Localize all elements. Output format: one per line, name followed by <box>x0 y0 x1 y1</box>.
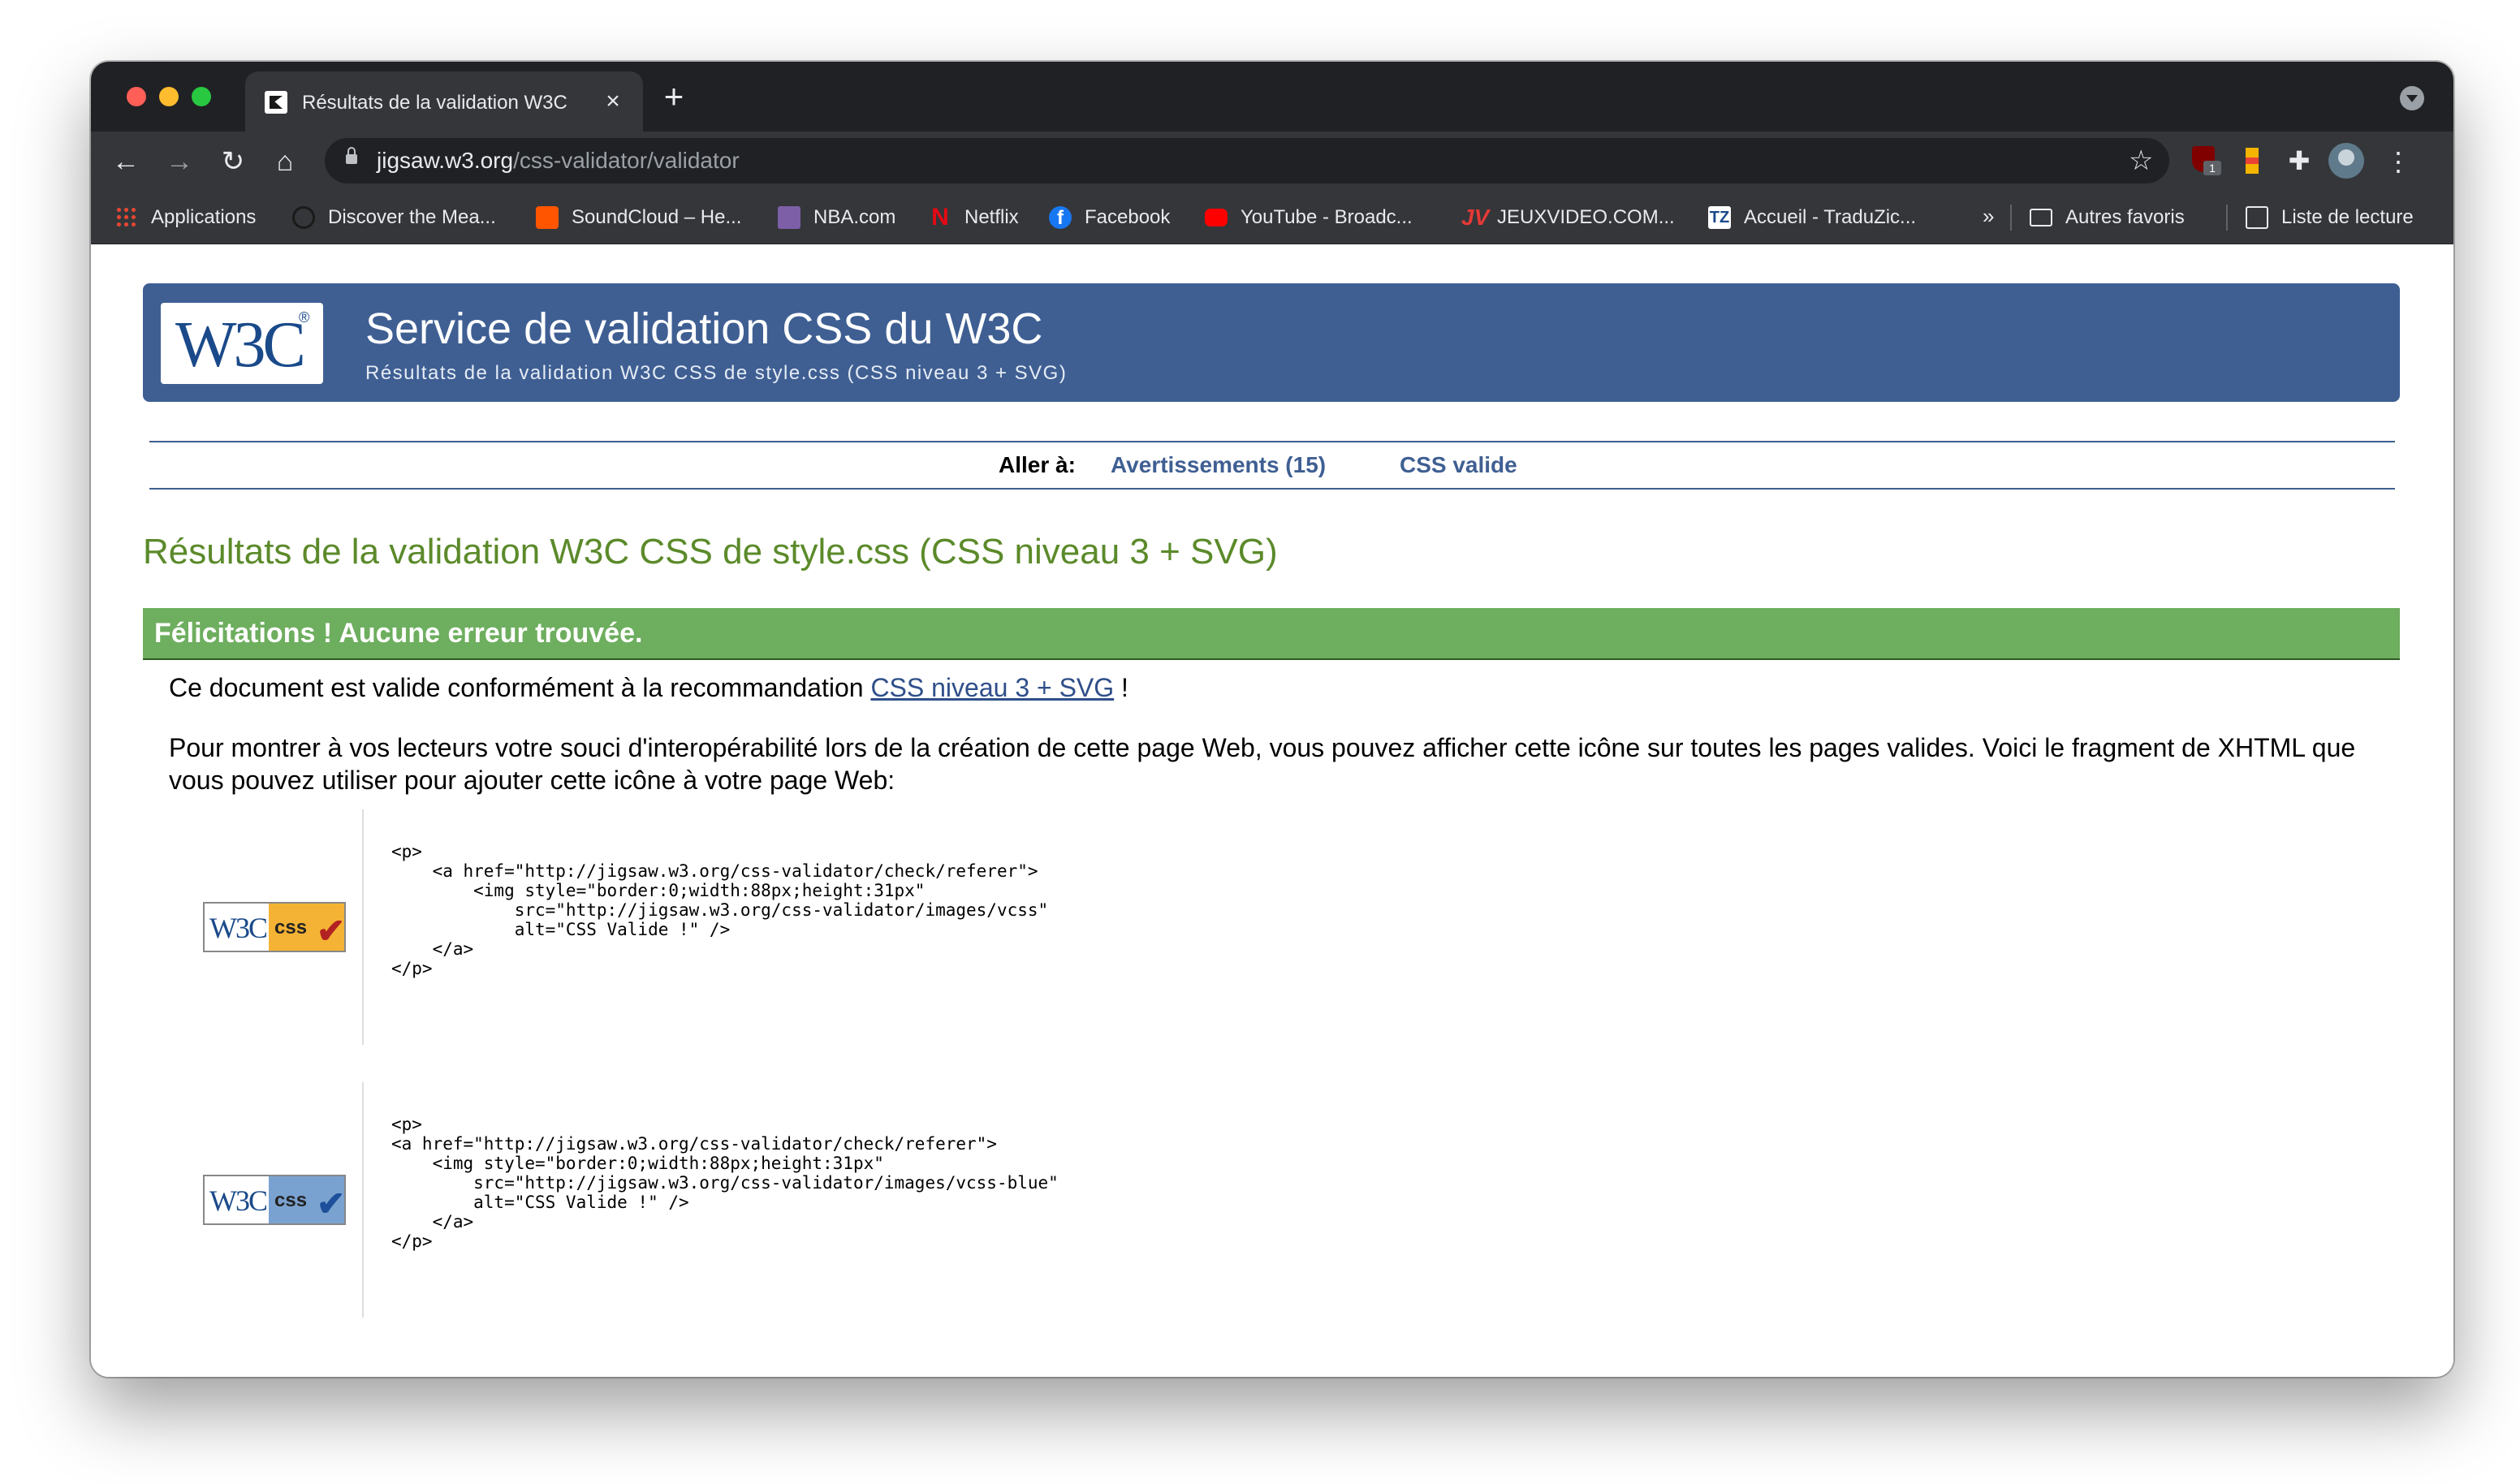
jump-link-valid-css[interactable]: CSS valide <box>1400 451 1517 480</box>
jump-link-warnings[interactable]: Avertissements (15) <box>1111 451 1326 480</box>
css-valid-badge-gold: W3C css ✔ <box>203 902 346 952</box>
bookmarks-separator <box>2010 205 2012 231</box>
soundcloud-icon <box>536 206 559 229</box>
youtube-icon <box>1205 209 1228 226</box>
extensions-puzzle-icon[interactable]: ✚ <box>2283 145 2315 177</box>
page-subtitle: Résultats de la validation W3C CSS de st… <box>365 362 1068 384</box>
header-banner: W3C ® Service de validation CSS du W3C R… <box>143 283 2400 402</box>
w3c-favicon-icon <box>265 91 287 114</box>
maximize-window-button[interactable] <box>192 87 211 106</box>
code-snippet[interactable]: <p> <a href="http://jigsaw.w3.org/css-va… <box>391 842 1048 978</box>
address-bar[interactable]: jigsaw.w3.org/css-validator/validator ☆ <box>325 138 2169 183</box>
profile-avatar[interactable] <box>2328 143 2364 179</box>
tab-title: Résultats de la validation W3C <box>302 92 567 114</box>
css-valid-badge-blue: W3C css ✔ <box>203 1175 346 1225</box>
tab-search-icon[interactable] <box>2400 86 2424 110</box>
facebook-icon: f <box>1049 206 1072 229</box>
ublock-extension-icon[interactable]: 1 <box>2189 145 2221 177</box>
page-title: Service de validation CSS du W3C <box>365 304 1043 353</box>
results-heading: Résultats de la validation W3C CSS de st… <box>143 532 1278 572</box>
registered-mark: ® <box>299 309 310 326</box>
lock-icon[interactable] <box>346 147 357 164</box>
valid-statement: Ce document est valide conformément à la… <box>169 673 1128 702</box>
close-window-button[interactable] <box>127 87 146 106</box>
w3c-logo[interactable]: W3C ® <box>161 303 323 384</box>
reading-list-icon <box>2246 206 2268 229</box>
jump-navigation: Aller à: Avertissements (15) CSS valide <box>149 441 2395 490</box>
browser-window: Résultats de la validation W3C × + ← → ↻… <box>91 62 2453 1377</box>
browser-toolbar: ← → ↻ ⌂ jigsaw.w3.org/css-validator/vali… <box>91 132 2453 192</box>
reload-button[interactable]: ↻ <box>214 143 252 180</box>
back-button[interactable]: ← <box>107 143 145 180</box>
badge-snippet-vcss-blue: W3C css ✔ <p> <a href="http://jigsaw.w3.… <box>169 1082 2361 1318</box>
minimize-window-button[interactable] <box>159 87 179 106</box>
home-button[interactable]: ⌂ <box>266 143 304 180</box>
bookmarks-separator <box>2226 205 2228 231</box>
lighthouse-extension-icon[interactable] <box>2237 145 2270 177</box>
apps-grid-icon <box>115 206 138 229</box>
site-icon <box>292 206 315 229</box>
code-snippet[interactable]: <p> <a href="http://jigsaw.w3.org/css-va… <box>391 1115 1059 1251</box>
success-banner: Félicitations ! Aucune erreur trouvée. <box>143 608 2400 660</box>
extension-badge: 1 <box>2203 161 2221 175</box>
checkmark-icon: ✔ <box>317 1184 346 1223</box>
tab-close-icon[interactable]: × <box>599 88 627 115</box>
forward-button[interactable]: → <box>161 143 198 180</box>
snippet-divider <box>362 809 364 1045</box>
menu-kebab-icon[interactable]: ⋮ <box>2385 143 2411 180</box>
badge-info-text: Pour montrer à vos lecteurs votre souci … <box>169 733 2356 795</box>
badge-snippet-vcss: W3C css ✔ <p> <a href="http://jigsaw.w3.… <box>169 809 2361 1045</box>
snippet-divider <box>362 1082 364 1318</box>
jump-label: Aller à: <box>999 452 1076 477</box>
bookmark-star-icon[interactable]: ☆ <box>2129 145 2153 177</box>
new-tab-button[interactable]: + <box>658 80 690 114</box>
success-message: Félicitations ! Aucune erreur trouvée. <box>154 618 643 649</box>
url-text[interactable]: jigsaw.w3.org/css-validator/validator <box>377 146 740 175</box>
page-content: W3C ® Service de validation CSS du W3C R… <box>91 244 2453 1377</box>
traduzic-icon: TZ <box>1708 206 1731 229</box>
bookmarks-bar: Applications Discover the Mea... SoundCl… <box>91 192 2453 244</box>
tab-strip: Résultats de la validation W3C × + <box>91 62 2453 132</box>
checkmark-icon: ✔ <box>317 912 346 950</box>
css-spec-link[interactable]: CSS niveau 3 + SVG <box>870 673 1114 702</box>
more-bookmarks-button[interactable]: » <box>1983 200 1994 232</box>
tab-w3c-validator[interactable]: Résultats de la validation W3C × <box>245 71 643 132</box>
jeuxvideo-icon: JV <box>1461 205 1490 230</box>
folder-icon <box>2030 209 2052 226</box>
netflix-icon: N <box>931 204 949 231</box>
nba-icon <box>778 206 800 229</box>
